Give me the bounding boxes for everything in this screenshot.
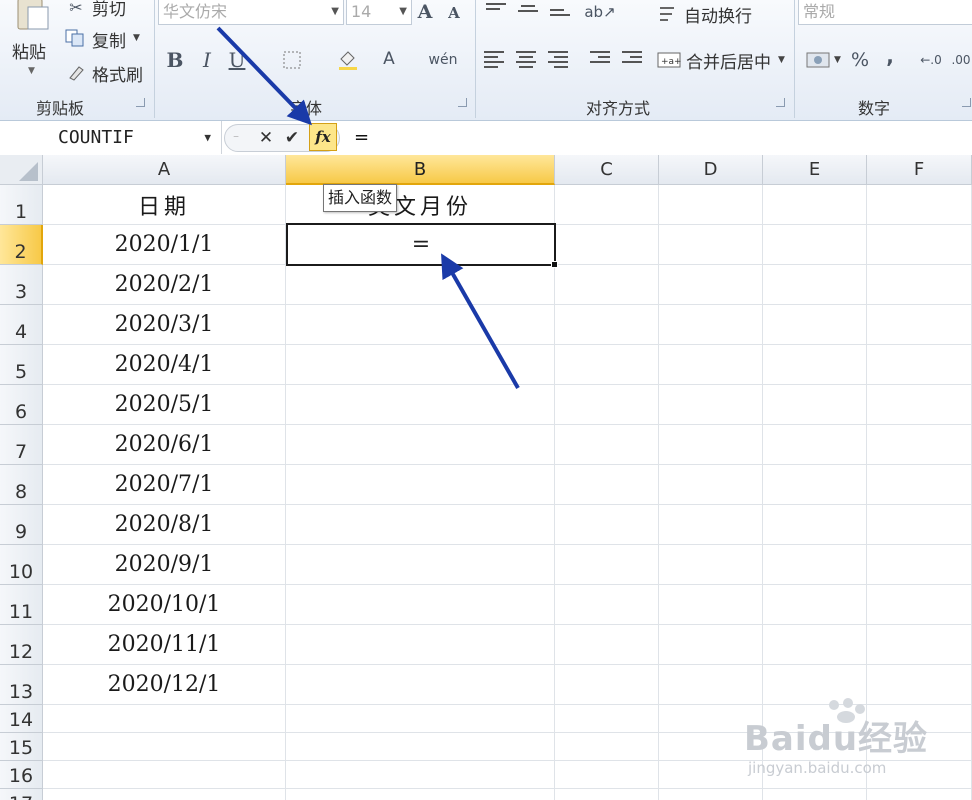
arrow-to-fx-icon — [216, 26, 312, 126]
annotation-arrows — [216, 26, 520, 389]
watermark-text: Baidu经验 — [744, 719, 929, 759]
watermark-url: jingyan.baidu.com — [748, 759, 887, 777]
arrow-to-cell-icon — [441, 253, 520, 389]
watermark-logo: Baidu经验 jingyan.baidu.com — [744, 697, 964, 797]
